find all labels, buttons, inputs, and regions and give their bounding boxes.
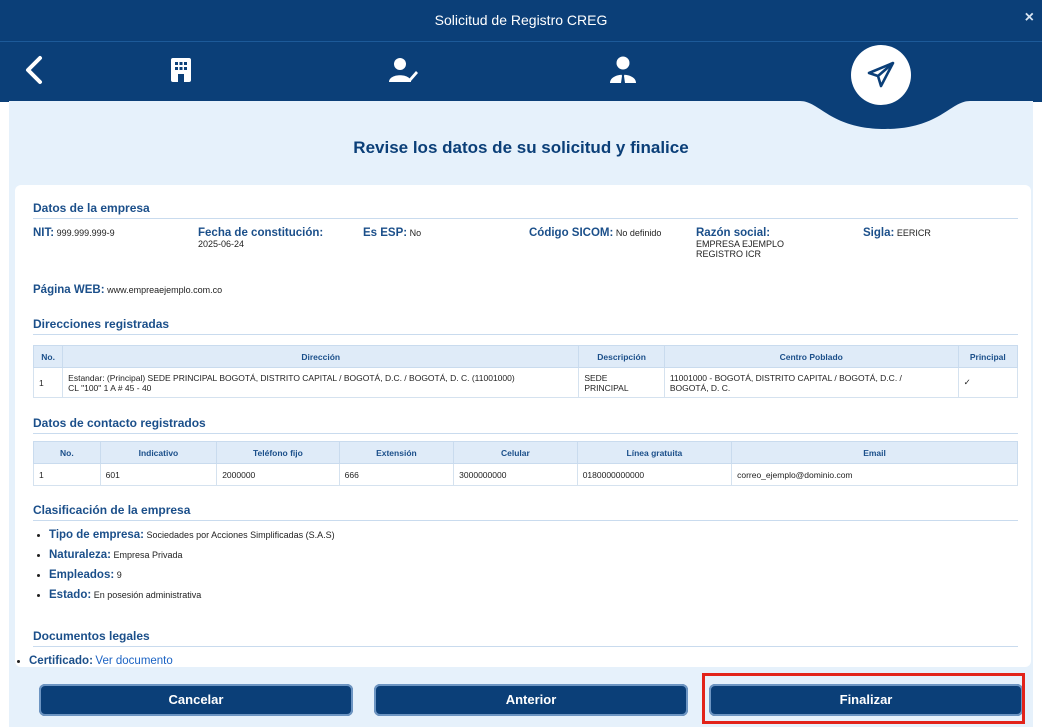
cell-descripcion: SEDE PRINCIPAL xyxy=(578,367,665,398)
addresses-header-row: No. Dirección Descripción Centro Poblado… xyxy=(32,345,1019,368)
col-indicativo: Indicativo xyxy=(99,441,218,464)
sigla-label: Sigla: xyxy=(863,227,895,239)
paper-plane-icon[interactable] xyxy=(851,45,911,105)
col-no: No. xyxy=(33,441,101,464)
sigla-value: EERICR xyxy=(896,228,931,238)
summary-card: Datos de la empresa NIT: 999.999.999-9 F… xyxy=(15,185,1031,667)
col-direccion: Dirección xyxy=(62,345,580,368)
col-no: No. xyxy=(32,345,64,368)
descripcion-line-2: PRINCIPAL xyxy=(584,382,629,393)
col-telefono: Teléfono fijo xyxy=(216,441,340,464)
list-item: Naturaleza: Empresa Privada xyxy=(49,549,335,569)
col-centro-poblado: Centro Poblado xyxy=(663,345,959,368)
naturaleza-value: Empresa Privada xyxy=(113,550,183,560)
tipo-value: Sociedades por Acciones Simplificadas (S… xyxy=(146,530,335,540)
contacts-table: No. Indicativo Teléfono fijo Extensión C… xyxy=(33,441,1018,486)
naturaleza-label: Naturaleza: xyxy=(49,549,111,561)
web-label: Página WEB: xyxy=(33,284,105,296)
section-title-clasificacion: Clasificación de la empresa xyxy=(33,503,1018,521)
nit-value: 999.999.999-9 xyxy=(56,228,115,238)
centro-line-1: 11001000 - BOGOTÁ, DISTRITO CAPITAL / BO… xyxy=(669,372,902,383)
contacts-header-row: No. Indicativo Teléfono fijo Extensión C… xyxy=(33,441,1018,464)
field-esp: Es ESP: No xyxy=(363,227,421,239)
web-value: www.empreaejemplo.com.co xyxy=(107,285,223,295)
cell-principal-check: ✓ xyxy=(957,367,1019,398)
empleados-value: 9 xyxy=(116,570,122,580)
direccion-line-1: Estandar: (Principal) SEDE PRINCIPAL BOG… xyxy=(68,372,515,383)
section-title-direcciones: Direcciones registradas xyxy=(33,317,1018,335)
list-item: Estado: En posesión administrativa xyxy=(49,589,335,609)
cell-centro-poblado: 11001000 - BOGOTÁ, DISTRITO CAPITAL / BO… xyxy=(663,367,959,398)
field-sigla: Sigla: EERICR xyxy=(863,227,931,239)
col-celular: Celular xyxy=(453,441,578,464)
close-icon[interactable]: × xyxy=(1025,9,1034,27)
window-titlebar: Solicitud de Registro CREG × xyxy=(0,0,1042,41)
col-descripcion: Descripción xyxy=(578,345,665,368)
user-edit-icon[interactable] xyxy=(384,50,424,90)
esp-label: Es ESP: xyxy=(363,227,408,239)
list-item: Tipo de empresa: Sociedades por Acciones… xyxy=(49,529,335,549)
table-row: 1 Estandar: (Principal) SEDE PRINCIPAL B… xyxy=(32,367,1019,398)
building-icon[interactable] xyxy=(161,50,201,90)
cell-indicativo: 601 xyxy=(99,463,218,486)
esp-value: No xyxy=(409,228,422,238)
cell-direccion: Estandar: (Principal) SEDE PRINCIPAL BOG… xyxy=(62,367,580,398)
documents-list: Certificado: Ver documento xyxy=(15,655,173,667)
cell-extension: 666 xyxy=(338,463,455,486)
field-web: Página WEB: www.empreaejemplo.com.co xyxy=(33,284,222,296)
window-title: Solicitud de Registro CREG xyxy=(434,12,608,28)
empleados-label: Empleados: xyxy=(49,569,115,581)
razon-value-2: REGISTRO ICR xyxy=(696,249,762,259)
list-item: Certificado: Ver documento xyxy=(29,655,173,667)
addresses-table: No. Dirección Descripción Centro Poblado… xyxy=(32,345,1019,398)
section-title-documentos: Documentos legales xyxy=(33,629,1018,647)
descripcion-line-1: SEDE xyxy=(584,372,608,383)
user-suit-icon[interactable] xyxy=(603,50,643,90)
field-nit: NIT: 999.999.999-9 xyxy=(33,227,115,239)
estado-label: Estado: xyxy=(49,589,92,601)
cell-no: 1 xyxy=(33,463,101,486)
list-item: Empleados: 9 xyxy=(49,569,335,589)
section-title-empresa: Datos de la empresa xyxy=(33,201,1018,219)
table-row: 1 601 2000000 666 3000000000 01800000000… xyxy=(33,463,1018,486)
finish-button-highlight xyxy=(702,673,1025,724)
sicom-value: No definido xyxy=(615,228,662,238)
direccion-line-2: CL "100" 1 A # 45 - 40 xyxy=(68,382,152,393)
centro-line-2: BOGOTÁ, D. C. xyxy=(669,382,731,393)
col-extension: Extensión xyxy=(338,441,455,464)
razon-value-1: EMPRESA EJEMPLO xyxy=(696,239,785,249)
field-fecha: Fecha de constitución: 2025-06-24 xyxy=(198,227,323,249)
tipo-label: Tipo de empresa: xyxy=(49,529,145,541)
previous-button[interactable]: Anterior xyxy=(374,684,688,716)
cell-celular: 3000000000 xyxy=(453,463,578,486)
cell-no: 1 xyxy=(32,367,64,398)
field-sicom: Código SICOM: No definido xyxy=(529,227,661,239)
nit-label: NIT: xyxy=(33,227,55,239)
razon-label: Razón social: xyxy=(696,227,771,239)
field-razon-social: Razón social: EMPRESA EJEMPLO REGISTRO I… xyxy=(696,227,784,259)
cancel-button[interactable]: Cancelar xyxy=(39,684,353,716)
active-step-notch-shape xyxy=(800,101,970,129)
estado-value: En posesión administrativa xyxy=(93,590,202,600)
cell-linea-gratuita: 0180000000000 xyxy=(576,463,733,486)
certificado-label: Certificado: xyxy=(29,655,93,667)
sicom-label: Código SICOM: xyxy=(529,227,614,239)
page-heading: Revise los datos de su solicitud y final… xyxy=(353,138,689,157)
section-title-contacto: Datos de contacto registrados xyxy=(33,416,1018,434)
col-principal: Principal xyxy=(957,345,1019,368)
fecha-label: Fecha de constitución: xyxy=(198,227,324,239)
back-arrow-icon[interactable] xyxy=(14,50,54,90)
classification-list: Tipo de empresa: Sociedades por Acciones… xyxy=(33,529,335,609)
cell-email: correo_ejemplo@dominio.com xyxy=(731,463,1018,486)
ver-documento-link[interactable]: Ver documento xyxy=(95,655,172,667)
col-email: Email xyxy=(731,441,1018,464)
fecha-value: 2025-06-24 xyxy=(198,239,245,249)
col-linea-gratuita: Línea gratuita xyxy=(576,441,733,464)
cell-telefono: 2000000 xyxy=(216,463,340,486)
